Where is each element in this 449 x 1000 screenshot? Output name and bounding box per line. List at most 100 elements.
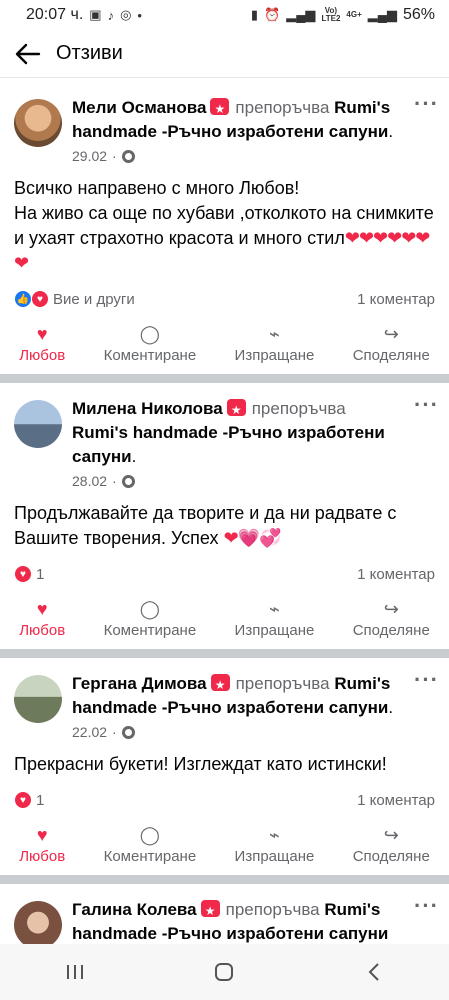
reaction-count: 1 — [36, 791, 45, 809]
globe-icon — [121, 725, 135, 739]
post-header-text: Милена Николова препоръчва Rumi's handmad… — [72, 397, 435, 489]
send-label: Изпращане — [234, 622, 315, 639]
post-header-text: Галина Колевапрепоръчва Rumi's handmade … — [72, 898, 435, 944]
more-options-button[interactable]: ··· — [414, 93, 439, 115]
page-link[interactable]: Rumi's handmade -Ръчно изработени сапуни — [72, 423, 385, 466]
post-body-text: Продължавайте да творите и да ни радвате… — [14, 503, 397, 548]
love-button[interactable]: ♥ Любов — [19, 324, 65, 364]
review-post: Галина Колевапрепоръчва Rumi's handmade … — [0, 884, 449, 944]
network-type: 4G+ — [346, 10, 362, 19]
love-reaction-icon: ♥ — [31, 290, 49, 308]
status-right: ▮ ⏰ ▂▄▆ Vo) LTE2 4G+ ▂▄▆ 56% — [251, 6, 435, 24]
post-date[interactable]: 29.02 — [72, 148, 107, 164]
send-label: Изпращане — [234, 848, 315, 865]
heart-emojis: ❤💗💞 — [223, 528, 282, 548]
comment-icon: ◯ — [139, 324, 160, 344]
comment-count[interactable]: 1 коментар — [357, 291, 435, 308]
share-button[interactable]: ↪ Споделяне — [353, 324, 430, 364]
post-header-text: Гергана Димовапрепоръчва Rumi's handmade… — [72, 672, 435, 740]
reaction-count: 1 — [36, 565, 45, 583]
image-icon: ▣ — [89, 7, 102, 22]
avatar[interactable] — [14, 901, 62, 944]
comment-label: Коментиране — [103, 347, 197, 364]
volte-icon: Vo) LTE2 — [321, 6, 341, 23]
system-nav-bar — [0, 944, 449, 1000]
send-button[interactable]: ⌁ Изпращане — [235, 599, 315, 639]
author-name[interactable]: Галина Колева — [72, 900, 197, 919]
share-button[interactable]: ↪ Споделяне — [353, 599, 430, 639]
send-button[interactable]: ⌁ Изпращане — [235, 825, 315, 865]
review-post: Гергана Димовапрепоръчва Rumi's handmade… — [0, 658, 449, 875]
messenger-icon: ⌁ — [269, 324, 280, 344]
post-date[interactable]: 22.02 — [72, 724, 107, 740]
post-text: Продължавайте да творите и да ни радвате… — [0, 489, 449, 551]
comment-button[interactable]: ◯ Коментиране — [104, 599, 197, 639]
send-button[interactable]: ⌁ Изпращане — [235, 324, 315, 364]
author-name[interactable]: Мели Османова — [72, 98, 206, 117]
share-label: Споделяне — [352, 848, 430, 865]
home-button[interactable] — [194, 952, 254, 992]
comment-button[interactable]: ◯ Коментиране — [104, 324, 197, 364]
more-options-button[interactable]: ··· — [414, 895, 439, 917]
recent-apps-button[interactable] — [45, 952, 105, 992]
back-button[interactable] — [0, 30, 56, 78]
battery-saver-icon: ▮ — [250, 7, 259, 22]
reactions-row: ♥ 1 1 коментар — [0, 551, 449, 585]
action-bar: ♥ Любов ◯ Коментиране ⌁ Изпращане ↪ Споделян… — [0, 585, 449, 649]
share-button[interactable]: ↪ Споделяне — [353, 825, 430, 865]
author-name[interactable]: Милена Николова — [72, 399, 223, 418]
share-label: Споделяне — [352, 347, 430, 364]
love-button[interactable]: ♥ Любов — [19, 599, 65, 639]
recommendation-line: Мели Османовапрепоръчва Rumi's handmade … — [72, 96, 405, 144]
back-nav-button[interactable] — [344, 952, 404, 992]
author-name[interactable]: Гергана Димова — [72, 674, 207, 693]
comment-icon: ◯ — [139, 599, 160, 619]
app-header: Отзиви — [0, 30, 449, 78]
avatar[interactable] — [14, 99, 62, 147]
meta-separator: · — [112, 724, 117, 740]
comment-count[interactable]: 1 коментар — [357, 566, 435, 583]
comment-count[interactable]: 1 коментар — [357, 792, 435, 809]
post-header: Гергана Димовапрепоръчва Rumi's handmade… — [0, 669, 449, 740]
recommend-verb: препоръчва — [251, 399, 346, 418]
more-options-button[interactable]: ··· — [414, 669, 439, 691]
heart-icon: ♥ — [36, 599, 48, 619]
love-label: Любов — [19, 848, 66, 865]
page-title: Отзиви — [56, 42, 123, 64]
period: . — [131, 447, 137, 466]
review-post: Милена Николова препоръчва Rumi's handmad… — [0, 383, 449, 649]
reviews-feed[interactable]: Мели Османова препоръчва Rumi's handmade … — [0, 82, 449, 944]
reactions-row: 👍 ♥ Вие и други 1 коментар — [0, 276, 449, 310]
reaction-summary[interactable]: 👍 ♥ Вие и други — [14, 290, 135, 308]
post-text: Прекрасни букети! Изглеждат като истинск… — [0, 740, 449, 777]
review-post: Мели Османовапрепоръчва Rumi's handmade … — [0, 82, 449, 374]
battery-level: 56% — [402, 6, 435, 23]
share-label: Споделяне — [352, 622, 430, 639]
post-date[interactable]: 28.02 — [72, 473, 107, 489]
action-bar: ♥ Любов ◯ Коментиране ⌁ Изпращане ↪ Споделян… — [0, 310, 449, 374]
avatar[interactable] — [14, 675, 62, 723]
recommendation-line: Милена Николова препоръчва Rumi's handmad… — [72, 397, 405, 469]
comment-button[interactable]: ◯ Коментиране — [104, 825, 197, 865]
recommend-verb: препоръчва — [225, 900, 320, 919]
recommend-badge-icon — [200, 899, 220, 923]
post-body-text: Прекрасни букети! Изглеждат като истинск… — [14, 754, 387, 774]
share-icon: ↪ — [383, 324, 399, 344]
signal-icon: ▂▄▆ — [286, 7, 316, 22]
love-button[interactable]: ♥ Любов — [19, 825, 65, 865]
period: . — [388, 122, 394, 141]
comment-label: Коментиране — [103, 848, 197, 865]
avatar[interactable] — [14, 400, 62, 448]
signal-icon-2: ▂▄▆ — [367, 7, 397, 22]
globe-icon — [121, 474, 135, 488]
comment-icon: ◯ — [139, 825, 160, 845]
recommend-badge-icon — [210, 673, 230, 697]
chevron-left-icon — [368, 963, 379, 981]
more-options-button[interactable]: ··· — [414, 394, 439, 416]
love-label: Любов — [19, 622, 66, 639]
recommend-verb: препоръчва — [235, 674, 330, 693]
messenger-icon: ⌁ — [269, 599, 280, 619]
reaction-summary[interactable]: ♥ 1 — [14, 791, 44, 809]
messenger-icon: ⌁ — [269, 825, 280, 845]
reaction-summary[interactable]: ♥ 1 — [14, 565, 44, 583]
